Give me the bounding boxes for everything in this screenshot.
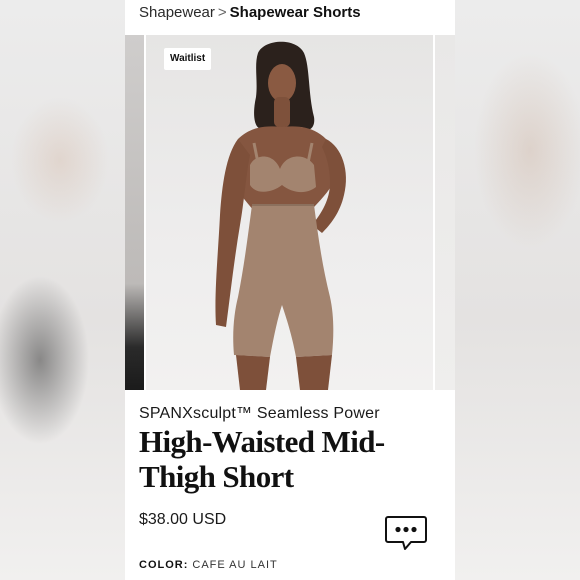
product-subtitle: SPANXsculpt™ Seamless Power xyxy=(139,405,380,422)
chat-button[interactable] xyxy=(383,513,429,553)
previous-image-slide[interactable] xyxy=(125,35,144,390)
next-image-slide[interactable] xyxy=(435,35,455,390)
breadcrumb-separator: > xyxy=(217,4,227,21)
waitlist-badge: Waitlist xyxy=(164,48,212,70)
product-image[interactable]: Waitlist xyxy=(146,35,433,390)
product-page: Shapewear > Shapewear Shorts Waitlist SP… xyxy=(125,0,455,580)
color-selection: COLOR: CAFE AU LAIT xyxy=(139,558,278,572)
breadcrumb-current: Shapewear Shorts xyxy=(229,4,361,21)
chat-bubble-icon xyxy=(385,516,427,550)
product-price: $38.00 USD xyxy=(139,511,227,528)
product-image-gallery[interactable]: Waitlist xyxy=(125,35,455,390)
model-photo xyxy=(215,41,346,390)
color-value: CAFE AU LAIT xyxy=(192,559,278,571)
breadcrumb-link-shapewear[interactable]: Shapewear xyxy=(139,4,215,21)
product-title: High-Waisted Mid-Thigh Short xyxy=(139,424,385,494)
breadcrumb: Shapewear > Shapewear Shorts xyxy=(139,4,361,22)
color-label: COLOR: xyxy=(139,559,189,571)
